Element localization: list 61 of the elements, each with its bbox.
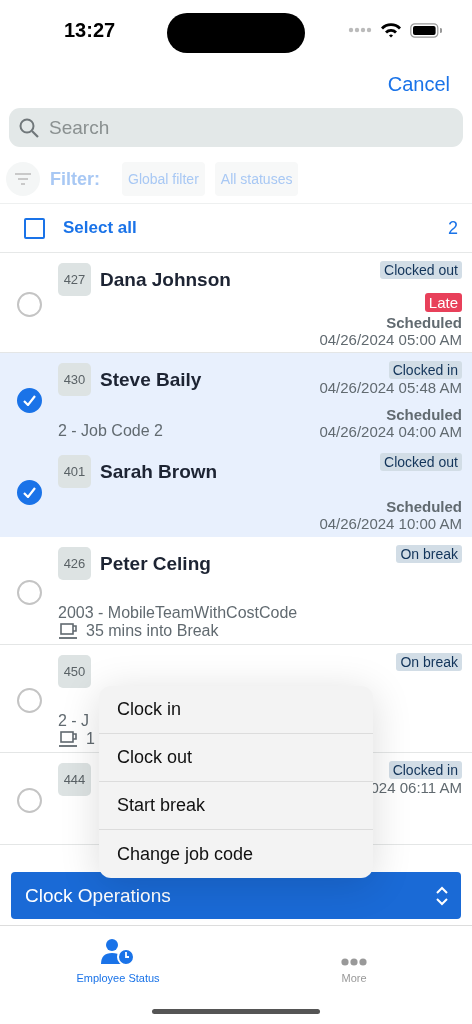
scheduled-label: Scheduled — [386, 405, 462, 423]
job-code: 2 - Job Code 2 — [58, 421, 163, 440]
status-tag: On break — [396, 545, 462, 563]
employee-number: 430 — [58, 363, 91, 396]
search-input[interactable]: Search — [47, 115, 453, 140]
select-radio[interactable] — [16, 688, 42, 713]
status-tag: On break — [396, 653, 462, 671]
more-icon — [341, 958, 367, 966]
employee-name: Peter Celing — [100, 552, 211, 575]
employee-number: 426 — [58, 547, 91, 580]
select-all-checkbox[interactable] — [24, 217, 45, 239]
select-radio[interactable] — [16, 292, 42, 317]
employee-number: 427 — [58, 263, 91, 296]
select-radio[interactable] — [16, 480, 42, 505]
wifi-icon — [380, 22, 402, 38]
filter-icon[interactable] — [6, 162, 40, 196]
select-all-label[interactable]: Select all — [63, 218, 448, 238]
late-tag: Late — [424, 293, 462, 312]
tab[interactable]: Employee Status — [0, 926, 236, 992]
break-duration: 35 mins into Break — [86, 622, 219, 640]
battery-icon — [410, 22, 442, 38]
scheduled-label: Scheduled — [386, 497, 462, 515]
clock-operations-button[interactable]: Clock Operations — [11, 872, 461, 919]
status-tag: Clocked in — [388, 361, 462, 379]
cup-icon — [58, 622, 80, 640]
employee-number: 450 — [58, 655, 91, 688]
cancel-button[interactable]: Cancel — [387, 72, 450, 96]
cup-icon — [58, 730, 80, 748]
scheduled-time: 04/26/2024 04:00 AM — [319, 423, 462, 440]
status-tag: Clocked out — [380, 453, 462, 471]
employee-name: Dana Johnson — [100, 268, 231, 291]
select-radio[interactable] — [16, 788, 42, 813]
break-duration: 1 — [86, 730, 95, 748]
status-time: 04/26/2024 05:48 AM — [319, 379, 462, 396]
employee-number: 444 — [58, 763, 91, 796]
search-field[interactable]: Search — [9, 108, 463, 147]
scheduled-time: 04/26/2024 10:00 AM — [319, 515, 462, 532]
job-code: 2003 - MobileTeamWithCostCode — [58, 603, 298, 622]
check-icon — [22, 487, 36, 498]
employee-number: 401 — [58, 455, 91, 488]
select-radio[interactable] — [16, 580, 42, 605]
menu-item[interactable]: Start break — [99, 782, 373, 830]
person-clock-icon — [101, 938, 135, 966]
search-icon — [19, 117, 39, 138]
clock-time: 13:27 — [64, 18, 116, 42]
job-code: 2 - J — [58, 711, 90, 730]
filter-label: Filter: — [50, 168, 100, 190]
status-tag: Clocked out — [380, 261, 462, 279]
employee-name: Steve Baily — [100, 368, 202, 391]
menu-item[interactable]: Clock in — [99, 686, 373, 734]
employee-name: Sarah Brown — [100, 460, 218, 483]
scheduled-label: Scheduled — [386, 313, 462, 331]
check-icon — [22, 395, 36, 406]
selected-count: 2 — [448, 217, 458, 239]
menu-item[interactable]: Clock out — [99, 734, 373, 782]
chevron-updown-icon — [435, 884, 449, 907]
select-radio[interactable] — [16, 388, 42, 413]
signal-icon — [348, 27, 372, 33]
tab[interactable]: More — [236, 926, 472, 992]
scheduled-time: 04/26/2024 05:00 AM — [319, 331, 462, 348]
status-tag: Clocked in — [388, 761, 462, 779]
